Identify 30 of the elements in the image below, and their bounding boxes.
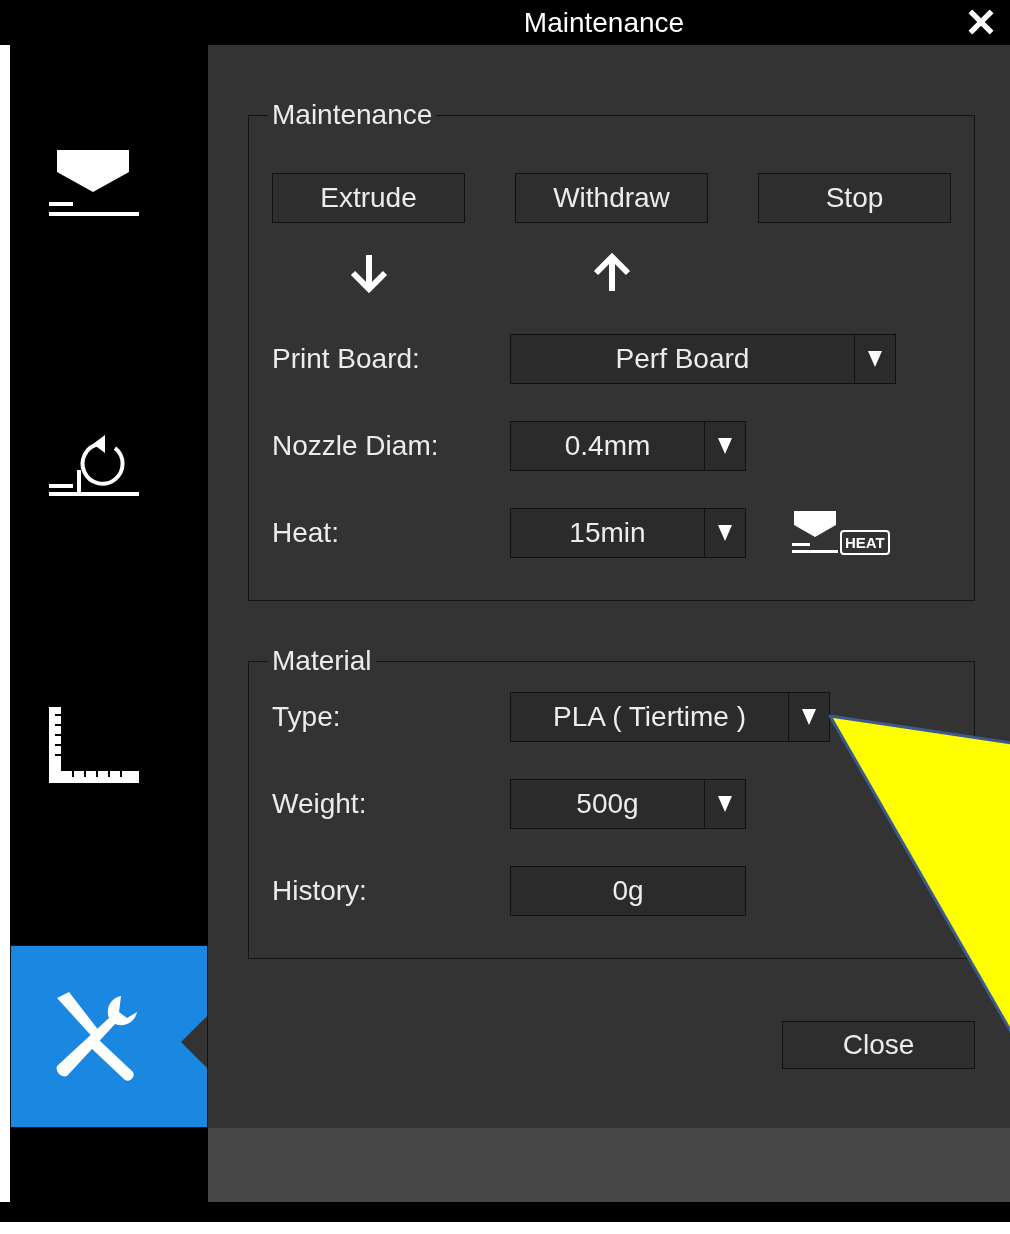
section-legend: Material: [268, 645, 376, 677]
value-field: 0g: [510, 865, 746, 916]
field-label: History:: [272, 874, 368, 907]
action-button[interactable]: Withdraw: [515, 173, 708, 223]
field-label: Heat:: [272, 516, 340, 549]
caret-icon: [868, 350, 882, 367]
ruler-icon: [49, 707, 139, 783]
dropdown[interactable]: 15min: [510, 507, 746, 558]
caret-icon: [718, 437, 732, 454]
window-title: Maintenance: [523, 6, 685, 39]
down-arrow-icon: [348, 253, 389, 293]
field-label: Type:: [272, 700, 342, 733]
dropdown[interactable]: 0.4mm: [510, 420, 746, 471]
up-arrow-icon: [591, 253, 632, 293]
caret-icon: [718, 524, 732, 541]
close-button[interactable]: Close: [782, 1021, 975, 1069]
caret-icon: [802, 708, 816, 725]
dropdown[interactable]: PLA ( Tiertime ): [510, 691, 830, 742]
action-button[interactable]: Stop: [758, 173, 951, 223]
dropdown[interactable]: Perf Board: [510, 333, 896, 384]
close-icon[interactable]: [968, 9, 994, 35]
caret-icon: [718, 795, 732, 812]
field-label: Nozzle Diam:: [272, 429, 440, 462]
section-legend: Maintenance: [268, 99, 437, 131]
dropdown[interactable]: 500g: [510, 778, 746, 829]
action-button[interactable]: Extrude: [272, 173, 465, 223]
field-label: Print Board:: [272, 342, 421, 375]
field-label: Weight:: [272, 787, 368, 820]
sidebar-tab[interactable]: [10, 945, 208, 1128]
heat-button[interactable]: HEAT: [792, 510, 890, 555]
